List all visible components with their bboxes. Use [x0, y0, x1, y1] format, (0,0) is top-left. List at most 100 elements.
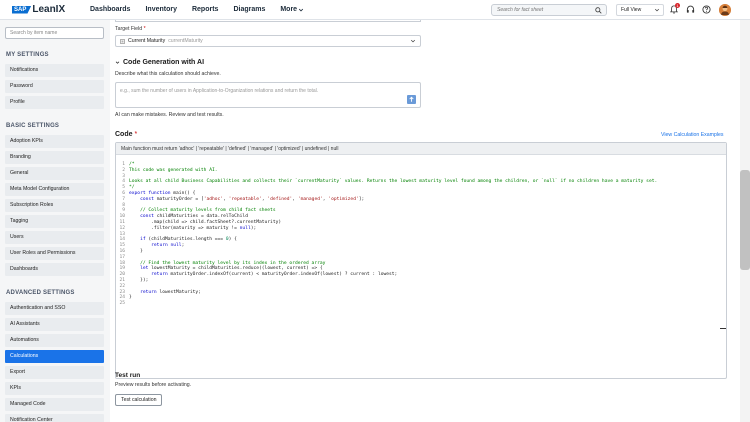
- target-field-value: Current Maturity: [128, 38, 166, 44]
- code-token: This code was generated with AI.: [129, 167, 218, 173]
- fact-sheet-search[interactable]: [491, 4, 607, 16]
- sidebar-item-tagging[interactable]: Tagging: [5, 215, 104, 228]
- code-token: null: [239, 225, 251, 231]
- nav-more[interactable]: More: [280, 6, 304, 13]
- avatar[interactable]: [719, 4, 731, 16]
- nav-more-label: More: [280, 6, 298, 13]
- codegen-prompt-input[interactable]: e.g., sum the number of users in Applica…: [115, 82, 421, 108]
- sidebar-item-kpis[interactable]: KPIs: [5, 382, 104, 395]
- sidebar-item-user-roles[interactable]: User Roles and Permissions: [5, 247, 104, 260]
- logo[interactable]: SAP LeanIX: [12, 4, 76, 15]
- sidebar-item-authentication[interactable]: Authentication and SSO: [5, 302, 104, 315]
- headset-icon[interactable]: [686, 5, 695, 14]
- chevron-down-icon: [298, 8, 304, 11]
- generate-button[interactable]: [407, 95, 416, 104]
- code-token: return: [140, 289, 160, 295]
- sidebar-item-managed-code[interactable]: Managed Code: [5, 398, 104, 411]
- code-token: lowestMaturity;: [159, 289, 201, 295]
- calculation-editor: Target Field * Current Maturity currentM…: [110, 20, 740, 422]
- section-advanced-settings: ADVANCED SETTINGS: [6, 290, 75, 296]
- view-select[interactable]: Full View: [616, 4, 664, 16]
- code-line[interactable]: 4 Looks at all child Business Capabilitie…: [116, 179, 657, 185]
- nav-inventory[interactable]: Inventory: [145, 6, 177, 13]
- code-token: const: [140, 214, 157, 220]
- nav-dashboards[interactable]: Dashboards: [90, 6, 130, 13]
- code-token: 'repeatable': [228, 196, 262, 202]
- code-label-text: Code: [115, 131, 133, 138]
- sidebar-item-notification-center[interactable]: Notification Center: [5, 414, 104, 422]
- code-editor[interactable]: Main function must return 'adhoc' | 'rep…: [115, 142, 727, 379]
- sidebar-item-meta-model[interactable]: Meta Model Configuration: [5, 183, 104, 196]
- code-line[interactable]: 20 return maturityOrder.indexOf(current)…: [116, 272, 397, 278]
- target-field-label-text: Target Field: [115, 26, 143, 32]
- code-token: export function: [129, 191, 174, 196]
- code-line[interactable]: 7 const maturityOrder = ['adhoc', 'repea…: [116, 197, 364, 203]
- test-calculation-button[interactable]: Test calculation: [115, 394, 163, 406]
- sidebar-item-subscription-roles[interactable]: Subscription Roles: [5, 199, 104, 212]
- code-token: }: [129, 295, 132, 301]
- nav-diagrams[interactable]: Diagrams: [233, 6, 265, 13]
- nav-reports[interactable]: Reports: [192, 6, 218, 13]
- sidebar-item-dashboards[interactable]: Dashboards: [5, 263, 104, 276]
- sidebar-item-branding[interactable]: Branding: [5, 151, 104, 164]
- sidebar-item-export[interactable]: Export: [5, 366, 104, 379]
- code-line[interactable]: 12 .filter(maturity => maturity != null)…: [116, 226, 256, 232]
- code-token: */: [129, 185, 135, 191]
- code-editor-hint: Main function must return 'adhoc' | 'rep…: [116, 143, 726, 155]
- code-token: return null: [151, 243, 182, 249]
- code-token: (childMaturities.length ===: [148, 237, 226, 243]
- codegen-section-header[interactable]: Code Generation with AI: [115, 59, 204, 66]
- target-field-select[interactable]: Current Maturity currentMaturity: [115, 35, 421, 47]
- sidebar-search-input[interactable]: Search by item name: [5, 27, 104, 39]
- sidebar-item-ai-assistants[interactable]: AI Assistants: [5, 318, 104, 331]
- code-token: // Collect maturity levels from child fa…: [129, 208, 276, 214]
- code-token: maturityOrder = [: [156, 196, 204, 202]
- sidebar-item-general[interactable]: General: [5, 167, 104, 180]
- code-token: // Find the lowest maturity level by its…: [129, 260, 326, 266]
- previous-field-box: [115, 20, 421, 22]
- code-token: return: [151, 272, 171, 278]
- scrollbar-thumb[interactable]: [740, 170, 750, 270]
- code-token: const: [140, 196, 157, 202]
- view-calculation-examples-link[interactable]: View Calculation Examples: [661, 132, 723, 138]
- sidebar-item-calculations[interactable]: Calculations: [5, 350, 104, 363]
- code-token: 'adhoc': [203, 196, 224, 202]
- code-token: 'defined': [267, 196, 293, 202]
- code-token: childMaturities = data.relToChild: [156, 214, 248, 220]
- code-token: });: [129, 278, 149, 283]
- test-run-description: Preview results before activating.: [115, 382, 192, 388]
- user-avatar-icon: [719, 4, 731, 16]
- code-token: lowestMaturity = childMaturities.reduce(…: [151, 266, 323, 272]
- help-icon[interactable]: [702, 5, 711, 14]
- codegen-title: Code Generation with AI: [123, 59, 205, 66]
- code-token: ];: [358, 196, 365, 202]
- resize-handle[interactable]: [720, 328, 726, 329]
- sidebar-item-adoption-kpis[interactable]: Adoption KPIs: [5, 135, 104, 148]
- sap-logo: SAP: [12, 5, 32, 14]
- required-marker: *: [134, 131, 138, 138]
- notification-badge: 1: [675, 3, 680, 8]
- required-marker: *: [143, 26, 146, 32]
- sidebar-item-notifications[interactable]: Notifications: [5, 64, 104, 77]
- sidebar-item-profile[interactable]: Profile: [5, 96, 104, 109]
- arrow-up-icon: [409, 96, 414, 102]
- code-line[interactable]: 25: [116, 301, 129, 307]
- code-token: .filter(maturity => maturity !=: [129, 225, 240, 231]
- search-input[interactable]: [492, 5, 592, 15]
- code-token: /*: [129, 162, 135, 167]
- ai-warning: AI can make mistakes. Review and test re…: [115, 112, 224, 118]
- target-field-key: currentMaturity: [168, 38, 203, 44]
- search-icon[interactable]: [595, 7, 602, 14]
- view-select-label: Full View: [621, 7, 642, 13]
- test-run-title: Test run: [115, 372, 141, 379]
- sidebar-item-users[interactable]: Users: [5, 231, 104, 244]
- code-line[interactable]: 2 This code was generated with AI.: [116, 167, 218, 174]
- code-token: main() {: [173, 191, 196, 196]
- sidebar-item-password[interactable]: Password: [5, 80, 104, 93]
- sidebar-item-automations[interactable]: Automations: [5, 334, 104, 347]
